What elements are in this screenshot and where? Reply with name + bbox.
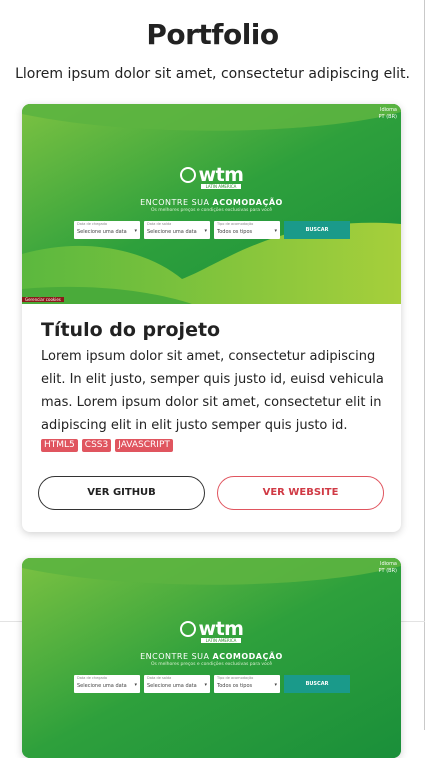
project-description: Lorem ipsum dolor sit amet, consectetur … bbox=[41, 349, 384, 433]
globe-icon bbox=[179, 167, 196, 183]
tag-css3: CSS3 bbox=[81, 439, 112, 452]
project-card: Idioma PT (BR) wtm LATIN AMERICA ENCONTRE… bbox=[22, 104, 401, 532]
wtm-logo: wtm bbox=[22, 618, 401, 640]
chevron-down-icon: ▾ bbox=[204, 682, 207, 688]
project-title: Título do projeto bbox=[41, 319, 221, 341]
logo-subtitle: LATIN AMERICA bbox=[201, 638, 241, 643]
project-thumbnail[interactable]: Idioma PT (BR) wtm LATIN AMERICA ENCONTRE… bbox=[22, 558, 401, 758]
language-selector[interactable]: Idioma PT (BR) bbox=[379, 561, 397, 575]
thumbnail-headline: ENCONTRE SUA ACOMODAÇÃO bbox=[140, 652, 283, 661]
search-button[interactable]: BUSCAR bbox=[284, 221, 350, 239]
arrival-date-field[interactable]: Data de chegada Selecione uma data ▾ bbox=[74, 221, 140, 239]
accommodation-type-select[interactable]: Tipo de acomodação Todos os tipos ▾ bbox=[214, 221, 280, 239]
accommodation-type-select[interactable]: Tipo de acomodação Todos os tipos ▾ bbox=[214, 675, 280, 693]
view-website-button[interactable]: VER WEBSITE bbox=[217, 476, 384, 510]
language-selector[interactable]: Idioma PT (BR) bbox=[379, 107, 397, 121]
chevron-down-icon: ▾ bbox=[134, 228, 137, 234]
thumbnail-tagline: Os melhores preços e condições exclusiva… bbox=[150, 662, 273, 667]
thumbnail-tagline: Os melhores preços e condições exclusiva… bbox=[150, 208, 273, 213]
view-github-button[interactable]: VER GITHUB bbox=[38, 476, 205, 510]
globe-icon bbox=[179, 621, 196, 637]
chevron-down-icon: ▾ bbox=[134, 682, 137, 688]
page-subtitle: Llorem ipsum dolor sit amet, consectetur… bbox=[15, 66, 410, 82]
cookie-settings-link[interactable]: Gerenciar cookies bbox=[22, 297, 64, 302]
departure-date-field[interactable]: Data de saída Selecione uma data ▾ bbox=[144, 221, 210, 239]
page-title: Portfolio bbox=[146, 18, 279, 51]
chevron-down-icon: ▾ bbox=[274, 228, 277, 234]
project-thumbnail[interactable]: Idioma PT (BR) wtm LATIN AMERICA ENCONTRE… bbox=[22, 104, 401, 304]
chevron-down-icon: ▾ bbox=[274, 682, 277, 688]
tech-tags: HTML5 CSS3 JAVASCRIPT bbox=[41, 439, 173, 452]
thumbnail-headline: ENCONTRE SUA ACOMODAÇÃO bbox=[140, 198, 283, 207]
tag-javascript: JAVASCRIPT bbox=[115, 439, 173, 452]
project-card: Idioma PT (BR) wtm LATIN AMERICA ENCONTRE… bbox=[22, 558, 401, 758]
wtm-logo: wtm bbox=[22, 164, 401, 186]
arrival-date-field[interactable]: Data de chegada Selecione uma data ▾ bbox=[74, 675, 140, 693]
logo-subtitle: LATIN AMERICA bbox=[201, 184, 241, 189]
chevron-down-icon: ▾ bbox=[204, 228, 207, 234]
search-button[interactable]: BUSCAR bbox=[284, 675, 350, 693]
tag-html5: HTML5 bbox=[41, 439, 78, 452]
departure-date-field[interactable]: Data de saída Selecione uma data ▾ bbox=[144, 675, 210, 693]
